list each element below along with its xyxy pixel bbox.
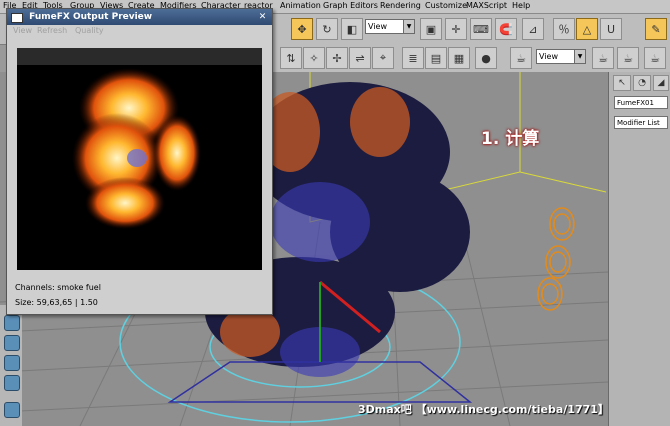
- chevron-down-icon: ▼: [574, 50, 585, 63]
- command-panel: ↖ ◔ ◢ FumeFX01 Modifier List: [608, 72, 670, 426]
- mirror-icon[interactable]: ⇌: [349, 47, 371, 69]
- preview-title: FumeFX Output Preview: [29, 12, 153, 22]
- scale-icon[interactable]: ◧: [341, 18, 363, 40]
- left-tool-strip: [0, 305, 22, 426]
- scale-select-icon[interactable]: ✧: [303, 47, 325, 69]
- angle-snap-icon[interactable]: ⊿: [522, 18, 544, 40]
- fire-core-blue: [127, 149, 147, 167]
- modifier-list-label: Modifier List: [617, 119, 660, 127]
- fire-plume-right: [153, 115, 201, 191]
- preview-title-bar[interactable]: FumeFX Output Preview ✕: [7, 9, 272, 25]
- preview-menu-quality[interactable]: Quality: [75, 26, 104, 35]
- reference-coord-value: View: [368, 22, 387, 31]
- preview-render-area: [17, 48, 262, 270]
- object-name-value: FumeFX01: [617, 99, 654, 107]
- snap-toggle-icon[interactable]: 🧲: [495, 18, 517, 40]
- reference-coord-select[interactable]: View ▼: [365, 19, 415, 34]
- reactor-cloth-icon[interactable]: [4, 335, 20, 351]
- select-tab-icon[interactable]: ↖: [613, 75, 631, 91]
- keyboard-shortcut-icon[interactable]: ⌨: [470, 18, 492, 40]
- fire-render-image: [72, 68, 201, 229]
- move-icon[interactable]: ✥: [291, 18, 313, 40]
- menu-customize[interactable]: Customize: [425, 1, 467, 10]
- reactor-softbody-icon[interactable]: [4, 355, 20, 371]
- channels-label: Channels: smoke fuel: [15, 283, 101, 292]
- curve-editor-icon[interactable]: ▤: [425, 47, 447, 69]
- fumefx-output-preview-window[interactable]: FumeFX Output Preview ✕ View Refresh Qua…: [6, 8, 273, 315]
- spinner-snap-icon[interactable]: △: [576, 18, 598, 40]
- watermark: 3Dmax吧 【www.linecg.com/tieba/1771】: [358, 403, 609, 416]
- reactor-rope-icon[interactable]: [4, 375, 20, 391]
- menu-animation[interactable]: Animation: [280, 1, 321, 10]
- chevron-down-icon: ▼: [403, 20, 414, 33]
- modify-tab-icon[interactable]: ◔: [633, 75, 651, 91]
- fumefx-grid-edge: [519, 171, 607, 193]
- preview-menu-bar: View Refresh Quality: [7, 26, 272, 38]
- step-annotation: 1. 计算: [481, 129, 540, 149]
- render-setup-icon[interactable]: ☕: [510, 47, 532, 69]
- select-manipulate-icon[interactable]: ✛: [445, 18, 467, 40]
- magnet-icon[interactable]: U: [600, 18, 622, 40]
- material-editor-icon[interactable]: ●: [475, 47, 497, 69]
- reactor-water-icon[interactable]: [4, 402, 20, 418]
- quick-render-icon[interactable]: ☕: [592, 47, 614, 69]
- align-icon[interactable]: ⌖: [372, 47, 394, 69]
- close-icon[interactable]: ✕: [257, 9, 268, 25]
- window-icon: [11, 13, 23, 23]
- percent-snap-icon[interactable]: ％: [553, 18, 575, 40]
- render-last-icon[interactable]: ☕: [644, 47, 666, 69]
- menu-graph-editors[interactable]: Graph Editors: [323, 1, 378, 10]
- hierarchy-tab-icon[interactable]: ◢: [653, 75, 669, 91]
- modifier-list-dropdown[interactable]: Modifier List: [614, 116, 668, 129]
- render-view-select[interactable]: View ▼: [536, 49, 586, 64]
- preview-menu-view[interactable]: View: [13, 26, 32, 35]
- secondary-toolbar: ⇅ ✧ ✢ ⇌ ⌖ ≣ ▤ ▦ ● ☕ View ▼ ☕ ☕ ☕: [270, 44, 670, 73]
- move-select-icon[interactable]: ✢: [326, 47, 348, 69]
- render-view-value: View: [539, 52, 558, 61]
- object-name-field[interactable]: FumeFX01: [614, 96, 668, 109]
- fire-plume-bottom: [85, 177, 165, 229]
- menu-maxscript[interactable]: MAXScript: [466, 1, 507, 10]
- menu-help[interactable]: Help: [512, 1, 530, 10]
- reactor-rigidbody-icon[interactable]: [4, 315, 20, 331]
- menu-rendering[interactable]: Rendering: [380, 1, 421, 10]
- select-link-icon[interactable]: ⇅: [280, 47, 302, 69]
- rotate-icon[interactable]: ↻: [316, 18, 338, 40]
- layer-icon[interactable]: ≣: [402, 47, 424, 69]
- size-label: Size: 59,63,65 | 1.50: [15, 298, 98, 307]
- wind-helpers: [537, 207, 575, 311]
- schematic-icon[interactable]: ▦: [448, 47, 470, 69]
- active-shade-icon[interactable]: ☕: [617, 47, 639, 69]
- named-selection-icon[interactable]: ✎: [645, 18, 667, 40]
- preview-menu-refresh[interactable]: Refresh: [37, 26, 67, 35]
- pivot-icon[interactable]: ▣: [420, 18, 442, 40]
